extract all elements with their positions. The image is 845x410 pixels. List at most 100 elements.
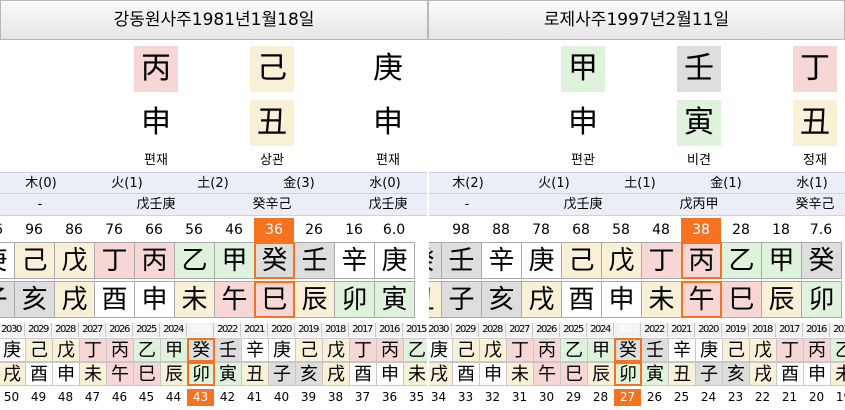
year-stem[interactable]: 乙	[133, 338, 161, 362]
year-stem[interactable]: 己	[25, 338, 53, 362]
year-age[interactable]: 32	[479, 389, 506, 406]
year-branch[interactable]: 未	[506, 362, 534, 386]
luck-stem[interactable]: 丙	[134, 242, 175, 279]
year-stem[interactable]: 庚	[268, 338, 296, 362]
year-age[interactable]: 24	[695, 389, 722, 406]
year-age[interactable]: 39	[295, 389, 322, 406]
year-branch[interactable]: 亥	[295, 362, 323, 386]
year-age[interactable]: 20	[803, 389, 830, 406]
luck-branch[interactable]: 亥	[481, 281, 522, 318]
luck-branch[interactable]: 辰	[761, 281, 802, 318]
year-branch[interactable]: 午	[106, 362, 134, 386]
luck-stem[interactable]: 壬	[294, 242, 335, 279]
year-age[interactable]: 25	[668, 389, 695, 406]
year-stem[interactable]: 丙	[803, 338, 831, 362]
luck-age[interactable]: 56	[174, 218, 214, 242]
luck-stem[interactable]: 癸	[801, 242, 842, 279]
year-age[interactable]: 44	[160, 389, 187, 406]
luck-age[interactable]: 98	[441, 218, 481, 242]
year-branch[interactable]: 午	[533, 362, 561, 386]
luck-stem[interactable]: 辛	[334, 242, 375, 279]
year-stem[interactable]: 己	[295, 338, 323, 362]
luck-stem[interactable]: 己	[14, 242, 55, 279]
luck-age[interactable]: 36	[254, 218, 294, 242]
year-branch[interactable]: 申	[376, 362, 404, 386]
year-branch[interactable]: 戌	[428, 362, 453, 386]
year-branch[interactable]: 子	[695, 362, 723, 386]
luck-age[interactable]: 96	[0, 218, 14, 242]
year-stem[interactable]: 己	[722, 338, 750, 362]
luck-branch[interactable]: 巳	[721, 281, 762, 318]
year-branch[interactable]: 巳	[133, 362, 161, 386]
year-stem[interactable]: 戊	[479, 338, 507, 362]
luck-age[interactable]: 26	[294, 218, 334, 242]
year-stem[interactable]: 壬	[641, 338, 669, 362]
year-age[interactable]: 47	[79, 389, 106, 406]
year-branch[interactable]: 卯	[187, 362, 215, 386]
year-label[interactable]: 2022	[214, 323, 241, 337]
luck-stem[interactable]: 庚	[0, 242, 15, 279]
year-branch[interactable]: 酉	[776, 362, 804, 386]
year-stem[interactable]: 己	[452, 338, 480, 362]
year-branch[interactable]: 酉	[25, 362, 53, 386]
luck-stem[interactable]: 甲	[761, 242, 802, 279]
year-branch[interactable]: 未	[403, 362, 428, 386]
year-label[interactable]: 2026	[533, 323, 560, 337]
year-branch[interactable]: 未	[79, 362, 107, 386]
year-label[interactable]: 2019	[722, 323, 749, 337]
year-age[interactable]: 45	[133, 389, 160, 406]
year-label[interactable]: 2022	[641, 323, 668, 337]
year-stem[interactable]: 丙	[106, 338, 134, 362]
year-stem[interactable]: 戊	[322, 338, 350, 362]
year-stem[interactable]: 甲	[160, 338, 188, 362]
year-label[interactable]: 2029	[25, 323, 52, 337]
luck-age[interactable]: 16	[334, 218, 374, 242]
year-age[interactable]: 40	[268, 389, 295, 406]
luck-age[interactable]: 7.6	[801, 218, 841, 242]
luck-stem[interactable]: 丁	[94, 242, 135, 279]
year-branch[interactable]: 申	[803, 362, 831, 386]
year-label[interactable]: 2025	[133, 323, 160, 337]
year-age[interactable]: 49	[25, 389, 52, 406]
year-label[interactable]: 2025	[560, 323, 587, 337]
luck-age[interactable]: 88	[481, 218, 521, 242]
year-label[interactable]: 2021	[241, 323, 268, 337]
luck-stem[interactable]: 丁	[641, 242, 682, 279]
year-label[interactable]: 2024	[160, 323, 187, 337]
luck-stem[interactable]: 辛	[481, 242, 522, 279]
year-branch[interactable]: 未	[830, 362, 845, 386]
luck-branch[interactable]: 午	[681, 281, 722, 318]
year-stem[interactable]: 丙	[376, 338, 404, 362]
year-label[interactable]: 2020	[695, 323, 722, 337]
year-age[interactable]: 42	[214, 389, 241, 406]
year-stem[interactable]: 壬	[214, 338, 242, 362]
luck-age[interactable]: 28	[721, 218, 761, 242]
year-stem[interactable]: 庚	[428, 338, 453, 362]
panel-title[interactable]: 로제사주1997년2월11일	[428, 0, 845, 40]
year-age[interactable]: 37	[349, 389, 376, 406]
luck-stem[interactable]: 丙	[681, 242, 722, 279]
year-stem[interactable]: 甲	[587, 338, 615, 362]
year-age[interactable]: 33	[452, 389, 479, 406]
year-age[interactable]: 29	[560, 389, 587, 406]
year-label[interactable]: 2017	[349, 323, 376, 337]
luck-branch[interactable]: 申	[601, 281, 642, 318]
year-label[interactable]: 2028	[479, 323, 506, 337]
year-branch[interactable]: 亥	[722, 362, 750, 386]
luck-age[interactable]: 76	[94, 218, 134, 242]
luck-age[interactable]: 46	[214, 218, 254, 242]
year-stem[interactable]: 丙	[533, 338, 561, 362]
luck-branch[interactable]: 戌	[54, 281, 95, 318]
year-stem[interactable]: 戊	[749, 338, 777, 362]
luck-stem[interactable]: 乙	[174, 242, 215, 279]
year-stem[interactable]: 庚	[0, 338, 26, 362]
year-branch[interactable]: 戌	[0, 362, 26, 386]
year-age[interactable]: 34	[428, 389, 452, 406]
year-label[interactable]: 2029	[452, 323, 479, 337]
luck-branch[interactable]: 未	[174, 281, 215, 318]
year-age[interactable]: 41	[241, 389, 268, 406]
luck-branch[interactable]: 申	[134, 281, 175, 318]
year-branch[interactable]: 丑	[668, 362, 696, 386]
luck-branch[interactable]: 亥	[14, 281, 55, 318]
luck-stem[interactable]: 庚	[521, 242, 562, 279]
